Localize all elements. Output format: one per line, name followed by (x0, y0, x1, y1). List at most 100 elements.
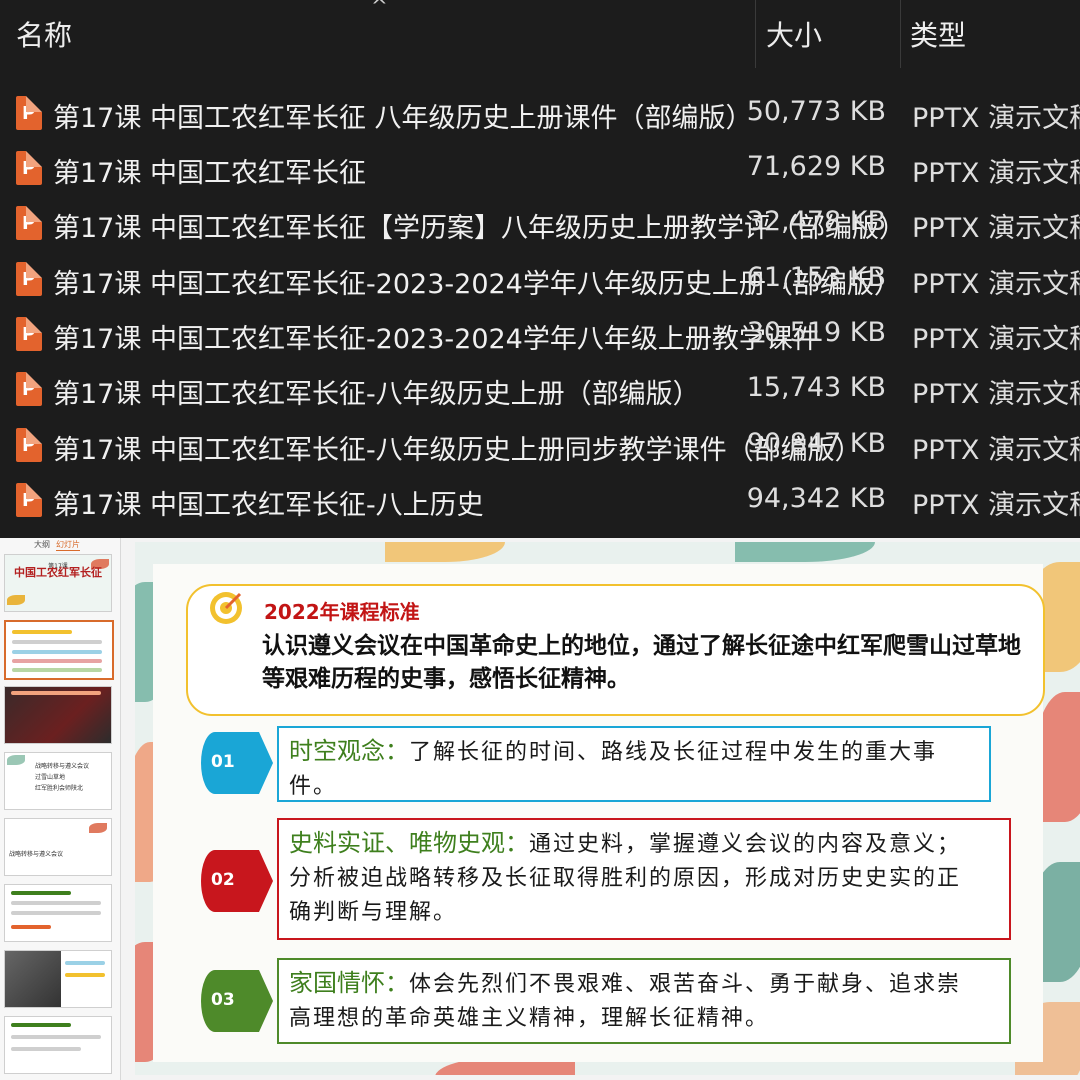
slide-thumbnail-3[interactable] (4, 686, 112, 744)
file-type: PPTX 演示文稿 (912, 103, 1080, 134)
presentation-window: 大纲 幻灯片 第17课 中国工农红军长征 战略转移与遵义会议 过雪山草地 红军胜 (0, 538, 1080, 1080)
pptx-file-icon: P (16, 317, 42, 351)
badge-number: 01 (211, 752, 235, 772)
pptx-file-icon: P (16, 206, 42, 240)
file-size: 32,478 KB (746, 206, 886, 237)
file-type: PPTX 演示文稿 (912, 269, 1080, 300)
thumb-line (11, 891, 71, 895)
thumb-line (11, 1047, 81, 1051)
slide-thumbnail-panel: 大纲 幻灯片 第17课 中国工农红军长征 战略转移与遵义会议 过雪山草地 红军胜 (0, 538, 121, 1080)
thumb-section-label: 战略转移与遵义会议 (9, 851, 64, 858)
slide-thumbnail-6[interactable] (4, 884, 112, 942)
thumb-line (12, 659, 102, 663)
slide-thumbnail-5[interactable]: 战略转移与遵义会议 (4, 818, 112, 876)
column-divider[interactable] (755, 0, 756, 68)
thumb-photo (5, 687, 111, 743)
point-box: 史料实证、唯物史观：通过史料，掌握遵义会议的内容及意义；分析被迫战略转移及长征取… (277, 818, 1011, 940)
slide-thumbnail-1[interactable]: 第17课 中国工农红军长征 (4, 554, 112, 612)
slide-thumbnail-2[interactable] (4, 620, 114, 680)
sort-indicator-icon[interactable]: ^ (371, 0, 388, 18)
column-size[interactable]: 大小 (766, 14, 822, 54)
file-name: 第17课 中国工农红军长征-八年级历史上册（部编版） (53, 379, 700, 410)
thumb-line (11, 925, 51, 929)
thumb-line (65, 973, 105, 977)
thumb-line (12, 630, 72, 634)
thumb-line (11, 691, 101, 695)
file-row[interactable]: P 第17课 中国工农红军长征-八年级历史上册（部编版） 15,743 KB P… (0, 362, 1080, 417)
thumb-line (12, 668, 102, 672)
thumb-line (11, 1035, 101, 1039)
leaf-decoration (385, 542, 505, 562)
thumb-line (11, 1023, 71, 1027)
file-explorer: ^ 名称 大小 类型 P 第17课 中国工农红军长征 八年级历史上册课件（部编版… (0, 0, 1080, 538)
file-row[interactable]: P 第17课 中国工农红军长征-2023-2024学年八年级上册教学课件 30,… (0, 307, 1080, 362)
point-keyword: 家国情怀： (289, 969, 409, 997)
thumb-title: 中国工农红军长征 (14, 566, 102, 579)
tab-outline[interactable]: 大纲 (34, 539, 50, 550)
file-row[interactable]: P 第17课 中国工农红军长征 71,629 KB PPTX 演示文稿 (0, 141, 1080, 196)
file-row[interactable]: P 第17课 中国工农红军长征-2023-2024学年八年级历史上册（部编版） … (0, 252, 1080, 307)
pptx-file-icon: P (16, 372, 42, 406)
file-row[interactable]: P 第17课 中国工农红军长征 八年级历史上册课件（部编版） 50,773 KB… (0, 86, 1080, 141)
thumb-line (11, 901, 101, 905)
file-type: PPTX 演示文稿 (912, 213, 1080, 244)
file-size: 15,743 KB (746, 372, 886, 403)
file-size: 50,773 KB (746, 96, 886, 127)
file-type: PPTX 演示文稿 (912, 435, 1080, 466)
pptx-file-icon: P (16, 428, 42, 462)
thumb-line (65, 961, 105, 965)
point-box: 家国情怀：体会先烈们不畏艰难、艰苦奋斗、勇于献身、追求崇高理想的革命英雄主义精神… (277, 958, 1011, 1044)
file-size: 90,847 KB (746, 428, 886, 459)
file-row[interactable]: P 第17课 中国工农红军长征【学历案】八年级历史上册教学评（部编版） 32,4… (0, 196, 1080, 251)
column-divider[interactable] (900, 0, 901, 68)
badge-number: 02 (211, 870, 235, 890)
point-02: 02 史料实证、唯物史观：通过史料，掌握遵义会议的内容及意义；分析被迫战略转移及… (201, 818, 1011, 942)
file-name: 第17课 中国工农红军长征 (53, 158, 366, 189)
pptx-file-icon: P (16, 262, 42, 296)
tab-slides[interactable]: 幻灯片 (56, 539, 80, 551)
point-keyword: 时空观念： (289, 737, 409, 765)
file-type: PPTX 演示文稿 (912, 490, 1080, 521)
pptx-file-icon: P (16, 96, 42, 130)
file-type: PPTX 演示文稿 (912, 158, 1080, 189)
thumb-line (12, 640, 102, 644)
slide-canvas[interactable]: 2022年课程标准 认识遵义会议在中国革命史上的地位，通过了解长征途中红军爬雪山… (135, 542, 1080, 1075)
point-keyword: 史料实证、唯物史观： (289, 829, 529, 857)
leaf-decoration (7, 755, 25, 765)
file-type: PPTX 演示文稿 (912, 324, 1080, 355)
leaf-decoration (7, 595, 25, 605)
leaf-decoration (89, 823, 107, 833)
leaf-decoration (735, 542, 875, 562)
point-01: 01 时空观念：了解长征的时间、路线及长征过程中发生的重大事件。 (201, 726, 1001, 802)
file-name: 第17课 中国工农红军长征-八上历史 (53, 490, 484, 521)
file-type: PPTX 演示文稿 (912, 379, 1080, 410)
standard-title: 2022年课程标准 (264, 600, 420, 624)
file-name: 第17课 中国工农红军长征 八年级历史上册课件（部编版） (53, 103, 753, 134)
standard-body: 认识遵义会议在中国革命史上的地位，通过了解长征途中红军爬雪山过草地等艰难历程的史… (262, 633, 1021, 692)
content-card: 2022年课程标准 认识遵义会议在中国革命史上的地位，通过了解长征途中红军爬雪山… (153, 564, 1045, 1062)
thumb-line (12, 650, 102, 654)
column-header: ^ 名称 大小 类型 (0, 0, 1080, 68)
curriculum-standard-box: 2022年课程标准 认识遵义会议在中国革命史上的地位，通过了解长征途中红军爬雪山… (186, 584, 1045, 716)
file-name: 第17课 中国工农红军长征-八年级历史上册同步教学课件（部编版） (53, 435, 862, 466)
file-name: 第17课 中国工农红军长征-2023-2024学年八年级上册教学课件 (53, 324, 820, 355)
point-box: 时空观念：了解长征的时间、路线及长征过程中发生的重大事件。 (277, 726, 991, 802)
column-name[interactable]: 名称 (16, 14, 72, 54)
panel-tabs: 大纲 幻灯片 (0, 538, 120, 551)
file-row[interactable]: P 第17课 中国工农红军长征-八年级历史上册同步教学课件（部编版） 90,84… (0, 418, 1080, 473)
thumb-photo (5, 951, 61, 1007)
thumb-line (11, 911, 101, 915)
pptx-file-icon: P (16, 483, 42, 517)
file-size: 94,342 KB (746, 483, 886, 514)
file-row[interactable]: P 第17课 中国工农红军长征-八上历史 94,342 KB PPTX 演示文稿 (0, 473, 1080, 528)
file-size: 71,629 KB (746, 151, 886, 182)
column-type[interactable]: 类型 (910, 14, 966, 54)
slide-thumbnail-8[interactable] (4, 1016, 112, 1074)
slide-thumbnail-7[interactable] (4, 950, 112, 1008)
point-03: 03 家国情怀：体会先烈们不畏艰难、艰苦奋斗、勇于献身、追求崇高理想的革命英雄主… (201, 958, 1011, 1044)
file-size: 61,153 KB (746, 262, 886, 293)
slide-thumbnail-4[interactable]: 战略转移与遵义会议 过雪山草地 红军胜利会师陕北 (4, 752, 112, 810)
badge-number: 03 (211, 990, 235, 1010)
target-icon (210, 592, 242, 624)
pptx-file-icon: P (16, 151, 42, 185)
